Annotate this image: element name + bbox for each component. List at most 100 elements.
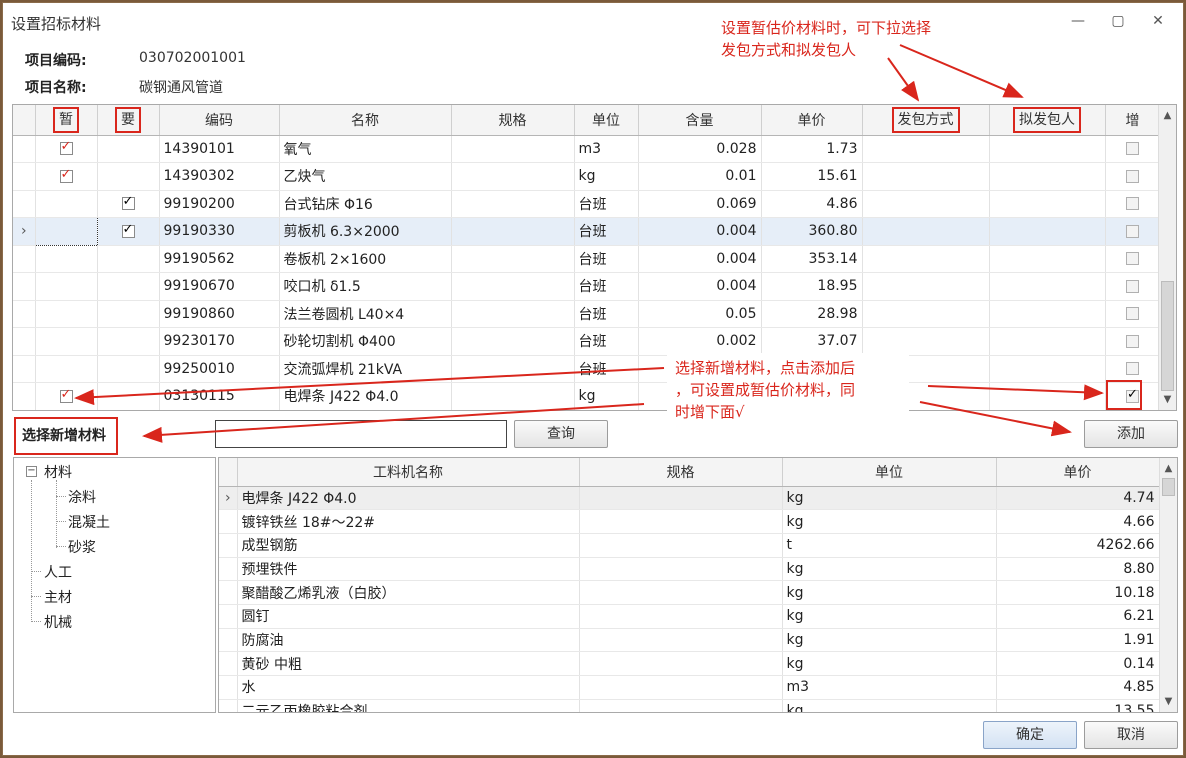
cell-spec[interactable] xyxy=(451,300,575,328)
zan-checkbox[interactable] xyxy=(59,387,73,403)
cell-qty[interactable]: 0.002 xyxy=(638,327,762,356)
cell-spec[interactable] xyxy=(451,272,575,301)
cell-zeng[interactable] xyxy=(1105,382,1161,410)
cell-qty[interactable]: 0.004 xyxy=(638,272,762,301)
cell-resource-spec[interactable] xyxy=(579,675,783,700)
ok-button[interactable]: 确定 xyxy=(983,721,1077,749)
resource-row[interactable]: 镀锌铁丝 18#～22# kg 4.66 xyxy=(219,509,1160,534)
scroll-thumb[interactable] xyxy=(1162,478,1175,496)
add-button[interactable]: 添加 xyxy=(1084,420,1178,448)
cell-zan[interactable] xyxy=(35,135,98,163)
cell-contract-method[interactable] xyxy=(862,300,990,328)
col-header-resource-name[interactable]: 工料机名称 xyxy=(237,458,580,487)
cell-name[interactable]: 交流弧焊机 21kVA xyxy=(279,355,452,383)
cell-code[interactable]: 99250010 xyxy=(159,355,280,383)
scroll-up-icon[interactable]: ▲ xyxy=(1160,460,1177,477)
cell-zan[interactable] xyxy=(35,245,98,273)
cell-zan[interactable] xyxy=(35,272,98,301)
cell-zan[interactable] xyxy=(35,327,98,356)
cell-price[interactable]: 353.14 xyxy=(761,245,863,273)
material-row[interactable]: 14390101氧气 m30.0281.73 xyxy=(13,135,1161,163)
cell-zeng[interactable] xyxy=(1105,135,1161,163)
scroll-down-icon[interactable]: ▼ xyxy=(1160,693,1177,710)
cell-resource-spec[interactable] xyxy=(579,533,783,558)
cell-qty[interactable]: 0.004 xyxy=(638,245,762,273)
cell-contract-method[interactable] xyxy=(862,272,990,301)
cell-code[interactable]: 03130115 xyxy=(159,382,280,410)
cell-contract-method[interactable] xyxy=(862,245,990,273)
resource-row[interactable]: 二元乙丙橡胶粘合剂 kg 13.55 xyxy=(219,699,1160,712)
zeng-checkbox[interactable] xyxy=(1126,334,1139,348)
material-row[interactable]: 03130115电焊条 J422 Φ4.0 kg xyxy=(13,382,1161,410)
cell-price[interactable]: 1.73 xyxy=(761,135,863,163)
material-row[interactable]: › 99190330剪板机 6.3×2000 台班0.004360.80 xyxy=(13,217,1161,246)
cell-code[interactable]: 14390302 xyxy=(159,162,280,191)
zeng-checkbox[interactable] xyxy=(1126,307,1139,321)
cell-yao[interactable] xyxy=(97,300,160,328)
material-row[interactable]: 99190860 法兰卷圆机 L40×4 台班 0.05 28.98 xyxy=(13,300,1161,328)
cell-name[interactable]: 剪板机 6.3×2000 xyxy=(279,217,452,246)
cell-qty[interactable]: 0.069 xyxy=(638,190,762,218)
col-header-zeng[interactable]: 增 xyxy=(1105,105,1161,136)
cell-unit[interactable]: 台班 xyxy=(574,327,639,356)
cell-resource-price[interactable]: 1.91 xyxy=(996,628,1160,653)
zeng-checkbox[interactable] xyxy=(1126,279,1139,293)
cell-contractor[interactable] xyxy=(989,245,1106,273)
cell-price[interactable]: 4.86 xyxy=(761,190,863,218)
zeng-checkbox[interactable] xyxy=(1126,224,1139,238)
tree-node-materials[interactable]: 材料 xyxy=(44,462,72,482)
cell-code[interactable]: 99230170 xyxy=(159,327,280,356)
cell-resource-name[interactable]: 成型钢筋 xyxy=(237,533,580,558)
cell-spec[interactable] xyxy=(451,245,575,273)
cell-resource-name[interactable]: 二元乙丙橡胶粘合剂 xyxy=(237,699,580,712)
cell-resource-spec[interactable] xyxy=(579,580,783,605)
cell-yao[interactable] xyxy=(97,217,160,246)
cell-resource-unit[interactable]: kg xyxy=(782,580,997,605)
resource-row[interactable]: 成型钢筋 t 4262.66 xyxy=(219,533,1160,558)
cell-resource-price[interactable]: 13.55 xyxy=(996,699,1160,712)
tree-node-mortar[interactable]: 砂浆 xyxy=(68,537,96,557)
cell-code[interactable]: 14390101 xyxy=(159,135,280,163)
cell-zan[interactable] xyxy=(34,217,98,246)
material-row[interactable]: 99190562 卷板机 2×1600 台班 0.004 353.14 xyxy=(13,245,1161,273)
cell-resource-unit[interactable]: kg xyxy=(782,651,997,676)
cell-contract-method[interactable] xyxy=(862,162,990,191)
cell-price[interactable]: 37.07 xyxy=(761,327,863,356)
cell-unit[interactable]: kg xyxy=(574,162,639,191)
cell-resource-name[interactable]: 水 xyxy=(237,675,580,700)
col-header-spec[interactable]: 规格 xyxy=(451,105,575,136)
cell-unit[interactable]: 台班 xyxy=(574,217,639,246)
resource-row[interactable]: 预埋铁件 kg 8.80 xyxy=(219,557,1160,582)
cell-resource-unit[interactable]: t xyxy=(782,533,997,558)
scroll-up-icon[interactable]: ▲ xyxy=(1159,107,1176,124)
cell-resource-unit[interactable]: kg xyxy=(782,628,997,653)
cell-yao[interactable] xyxy=(97,355,160,383)
maximize-icon[interactable]: ▢ xyxy=(1109,12,1127,30)
col-header-price[interactable]: 单价 xyxy=(761,105,863,136)
cell-resource-unit[interactable]: kg xyxy=(782,557,997,582)
query-button[interactable]: 查询 xyxy=(514,420,608,448)
cell-name[interactable]: 电焊条 J422 Φ4.0 xyxy=(279,382,452,410)
material-row[interactable]: 99190670 咬口机 δ1.5 台班 0.004 18.95 xyxy=(13,272,1161,301)
material-row[interactable]: 14390302乙炔气 kg0.0115.61 xyxy=(13,162,1161,191)
minimize-icon[interactable]: — xyxy=(1069,12,1087,30)
cell-zan[interactable] xyxy=(35,190,98,218)
cell-zeng[interactable] xyxy=(1105,272,1161,301)
cell-contract-method[interactable] xyxy=(862,217,990,246)
cell-zan[interactable] xyxy=(35,300,98,328)
resource-row[interactable]: 圆钉 kg 6.21 xyxy=(219,604,1160,629)
cell-name[interactable]: 乙炔气 xyxy=(279,162,452,191)
material-row[interactable]: 99190200台式钻床 Φ16 台班0.0694.86 xyxy=(13,190,1161,218)
cell-resource-spec[interactable] xyxy=(579,509,783,534)
cell-yao[interactable] xyxy=(97,272,160,301)
yao-checkbox[interactable] xyxy=(121,194,135,211)
cell-qty[interactable]: 0.05 xyxy=(638,300,762,328)
cell-qty[interactable]: 0.028 xyxy=(638,135,762,163)
cell-resource-unit[interactable]: kg xyxy=(782,604,997,629)
cell-name[interactable]: 法兰卷圆机 L40×4 xyxy=(279,300,452,328)
col-header-yao[interactable]: 要 xyxy=(97,105,160,136)
resource-row[interactable]: 防腐油 kg 1.91 xyxy=(219,628,1160,653)
cell-resource-price[interactable]: 10.18 xyxy=(996,580,1160,605)
tree-node-main-materials[interactable]: 主材 xyxy=(44,587,72,607)
cell-contractor[interactable] xyxy=(989,327,1106,356)
